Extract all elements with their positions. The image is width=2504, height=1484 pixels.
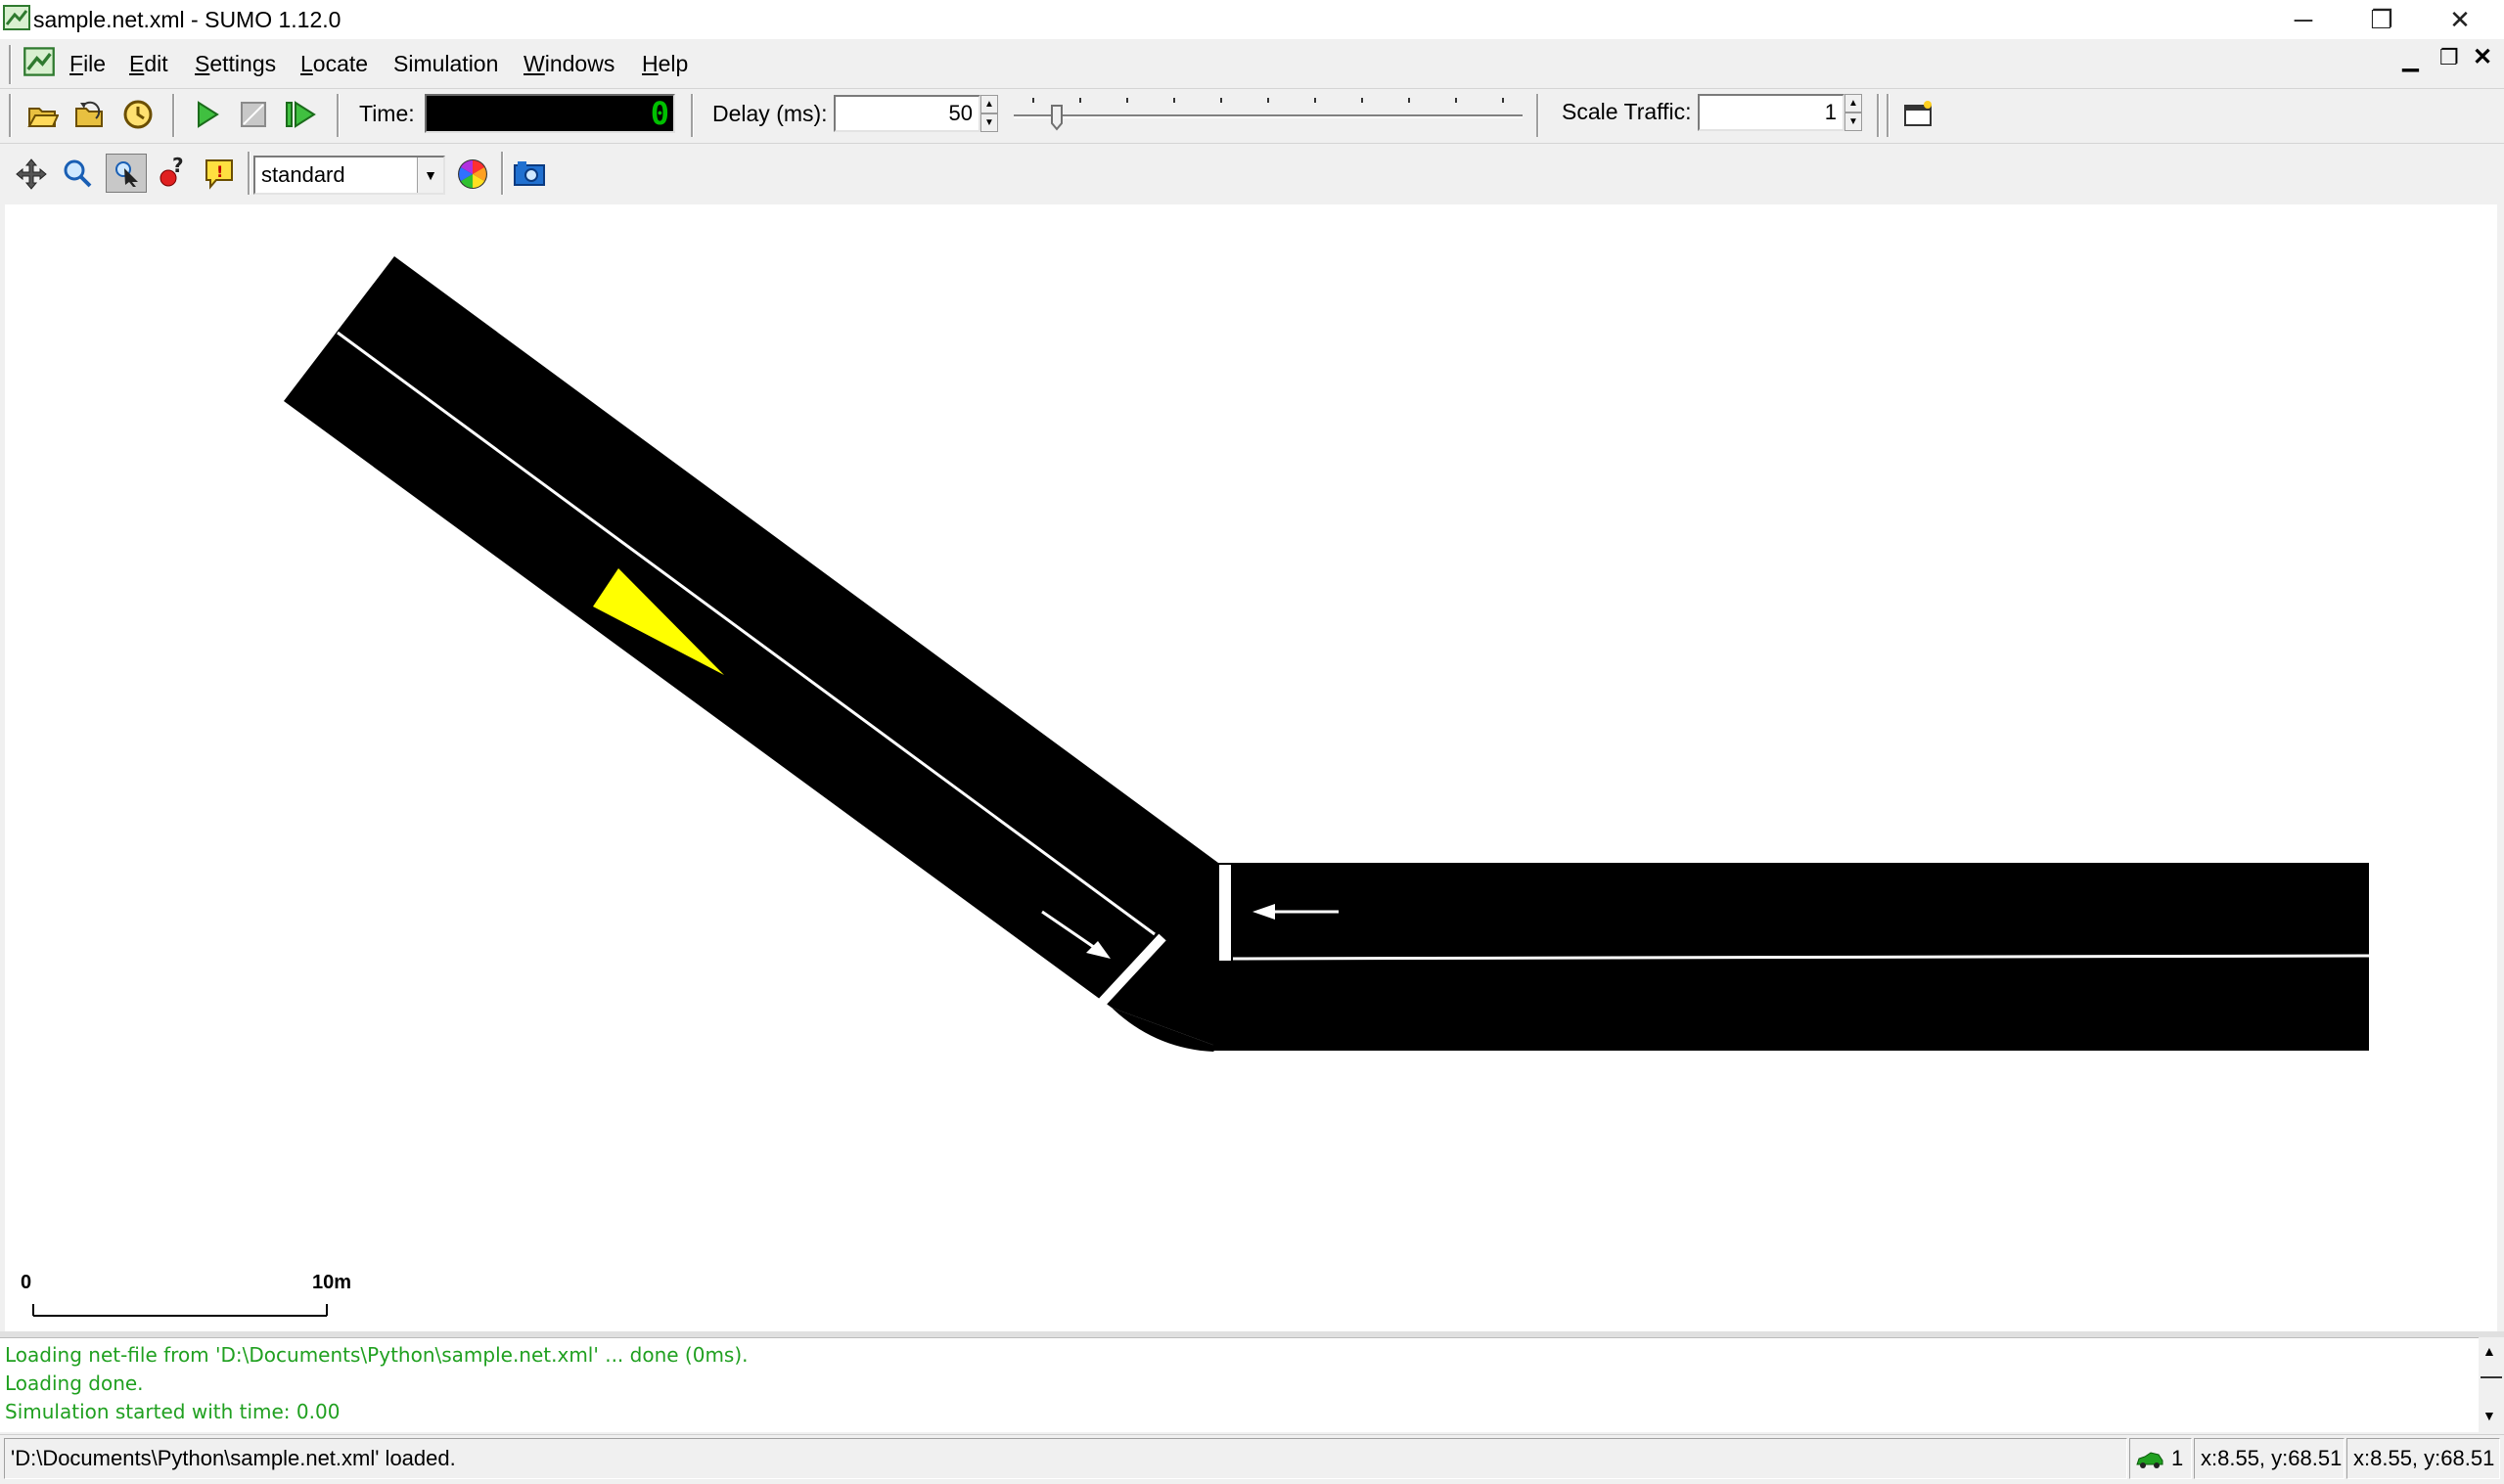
coords-network: x:8.55, y:68.51 (2194, 1438, 2345, 1479)
new-view-icon[interactable] (1902, 100, 1934, 129)
delay-slider-track[interactable] (1014, 94, 1523, 137)
scale-bar-end: 10m (312, 1272, 352, 1293)
message-line: Loading net-file from 'D:\Documents\Pyth… (5, 1343, 749, 1367)
mdi-restore-button[interactable]: ❐ (2439, 45, 2459, 70)
info-icon[interactable]: ! (203, 157, 236, 190)
scale-down-icon[interactable]: ▼ (1844, 112, 1862, 131)
mdi-minimize-button[interactable]: ▁ (2402, 47, 2419, 72)
coords-geo: x:8.55, y:68.51 (2346, 1438, 2500, 1479)
close-icon: ✕ (2449, 4, 2471, 34)
toolbar-separator (248, 152, 250, 195)
stop-icon[interactable] (239, 100, 268, 129)
time-value: 0 (650, 95, 669, 132)
color-wheel-icon[interactable] (456, 157, 489, 191)
menu-edit[interactable]: Edit (129, 49, 168, 78)
camera-icon[interactable] (513, 158, 546, 188)
mdi-close-button[interactable]: ✕ (2473, 43, 2492, 71)
delay-input[interactable]: 50 (834, 95, 980, 132)
toolbar-separator (1536, 94, 1539, 137)
toolbar-separator (501, 152, 504, 195)
reload-icon[interactable] (74, 99, 106, 130)
restore-icon: ❐ (2370, 4, 2393, 34)
scroll-up-icon[interactable]: ▲ (2482, 1343, 2496, 1359)
menu-simulation[interactable]: Simulation (393, 49, 498, 78)
vehicle-count-box: 1 (2129, 1438, 2192, 1479)
open-icon[interactable] (27, 101, 59, 128)
delay-down-icon[interactable]: ▼ (980, 113, 998, 132)
toolbar-separator (691, 94, 694, 137)
status-text: 'D:\Documents\Python\sample.net.xml' loa… (4, 1438, 2127, 1479)
message-line: Simulation started with time: 0.00 (5, 1400, 341, 1423)
play-icon[interactable] (194, 100, 221, 129)
lane-marking (337, 331, 1156, 936)
delay-slider[interactable] (1014, 94, 1523, 137)
svg-text:?: ? (172, 157, 184, 177)
car-icon (2136, 1452, 2163, 1468)
delay-spinner[interactable]: ▲ ▼ (980, 95, 998, 132)
scale-traffic-label: Scale Traffic: (1562, 99, 1692, 124)
message-scrollbar[interactable]: ▲ ▼ (2479, 1337, 2504, 1431)
menu-grip[interactable] (9, 45, 12, 84)
toolbar-separator (1877, 94, 1880, 137)
close-button[interactable]: ✕ (2421, 0, 2499, 39)
minimize-icon: ─ (2294, 4, 2313, 34)
minimize-button[interactable]: ─ (2264, 0, 2343, 39)
menu-windows[interactable]: Windows (524, 49, 615, 78)
scroll-thumb[interactable] (2481, 1376, 2502, 1378)
step-icon[interactable] (284, 100, 317, 129)
zoom-icon[interactable] (62, 157, 93, 189)
app-icon (3, 5, 30, 30)
recent-icon[interactable] (121, 98, 155, 131)
toolbar-separator (172, 94, 175, 137)
toolbar-grip (9, 94, 12, 137)
locate-icon[interactable]: ? (157, 157, 190, 190)
vehicle-count: 1 (2171, 1446, 2184, 1470)
scale-traffic-input[interactable]: 1 (1698, 94, 1844, 131)
scroll-down-icon[interactable]: ▼ (2482, 1408, 2496, 1423)
scale-traffic-spinner[interactable]: ▲ ▼ (1844, 94, 1862, 131)
mdi-app-icon[interactable] (23, 45, 55, 78)
title-bar: sample.net.xml - SUMO 1.12.0 ─ ❐ ✕ (0, 0, 2504, 39)
menu-settings[interactable]: Settings (195, 49, 276, 78)
network-view[interactable]: 0 10m (5, 204, 2497, 1331)
scale-bar-start: 0 (21, 1272, 32, 1293)
scheme-select[interactable]: standard ▼ (253, 156, 445, 195)
toolbar-separator (1887, 94, 1889, 137)
menu-file[interactable]: File (69, 49, 106, 78)
menu-bar (0, 39, 2504, 89)
recenter-icon[interactable] (15, 157, 48, 191)
select-icon (115, 161, 138, 187)
select-button[interactable] (106, 154, 147, 193)
svg-text:!: ! (216, 162, 223, 181)
delay-slider-thumb[interactable] (1051, 105, 1063, 131)
message-line: Loading done. (5, 1372, 144, 1395)
delay-up-icon[interactable]: ▲ (980, 95, 998, 113)
message-window: Loading net-file from 'D:\Documents\Pyth… (0, 1337, 2479, 1432)
window-title: sample.net.xml - SUMO 1.12.0 (33, 7, 341, 32)
delay-label: Delay (ms): (712, 101, 828, 126)
restore-button[interactable]: ❐ (2343, 0, 2421, 39)
scale-up-icon[interactable]: ▲ (1844, 94, 1862, 112)
time-label: Time: (359, 101, 415, 126)
time-display: 0 (425, 94, 675, 133)
diagonal-road[interactable] (284, 256, 1218, 1047)
menu-locate[interactable]: Locate (300, 49, 368, 78)
toolbar-separator (337, 94, 340, 137)
scheme-value: standard (261, 162, 345, 187)
chevron-down-icon[interactable]: ▼ (417, 157, 443, 193)
menu-help[interactable]: Help (642, 49, 688, 78)
